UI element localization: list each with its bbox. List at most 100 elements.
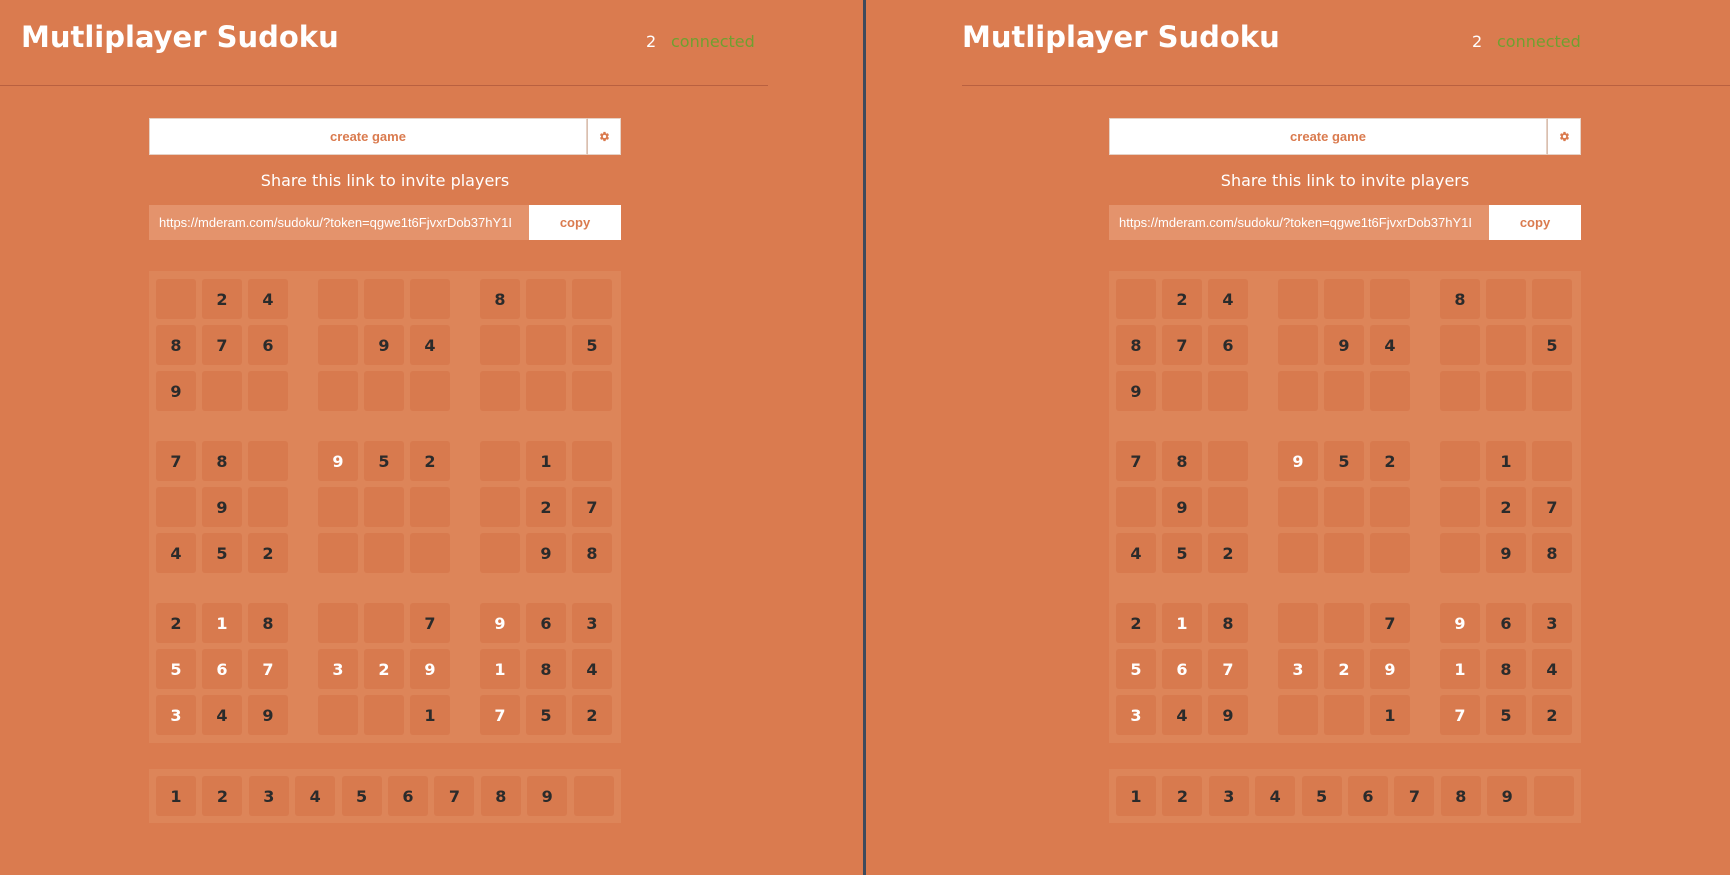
sudoku-cell-r6c2[interactable]: 5 [202, 533, 242, 573]
sudoku-cell-r1c3[interactable]: 4 [1208, 279, 1248, 319]
sudoku-cell-r1c7[interactable]: 8 [480, 279, 520, 319]
sudoku-cell-r6c1[interactable]: 4 [156, 533, 196, 573]
sudoku-cell-r3c3[interactable] [248, 371, 288, 411]
sudoku-cell-r5c1[interactable] [156, 487, 196, 527]
sudoku-cell-r1c1[interactable] [1116, 279, 1156, 319]
sudoku-cell-r7c3[interactable]: 8 [1208, 603, 1248, 643]
sudoku-cell-r4c8[interactable]: 1 [526, 441, 566, 481]
sudoku-cell-r5c3[interactable] [1208, 487, 1248, 527]
sudoku-cell-r4c2[interactable]: 8 [202, 441, 242, 481]
sudoku-cell-r4c4[interactable]: 9 [318, 441, 358, 481]
sudoku-cell-r5c4[interactable] [1278, 487, 1318, 527]
sudoku-cell-r5c3[interactable] [248, 487, 288, 527]
sudoku-cell-r3c8[interactable] [526, 371, 566, 411]
sudoku-cell-r3c6[interactable] [410, 371, 450, 411]
numpad-key-8[interactable]: 8 [1440, 776, 1481, 816]
numpad-key-2[interactable]: 2 [1162, 776, 1203, 816]
sudoku-cell-r7c6[interactable]: 7 [410, 603, 450, 643]
sudoku-cell-r1c3[interactable]: 4 [248, 279, 288, 319]
sudoku-cell-r8c5[interactable]: 2 [1324, 649, 1364, 689]
sudoku-cell-r6c4[interactable] [318, 533, 358, 573]
share-link-field[interactable]: https://mderam.com/sudoku/?token=qgwe1t6… [1109, 205, 1489, 240]
sudoku-cell-r9c5[interactable] [1324, 695, 1364, 735]
sudoku-cell-r5c2[interactable]: 9 [1162, 487, 1202, 527]
settings-button[interactable] [1547, 118, 1581, 155]
sudoku-cell-r6c9[interactable]: 8 [572, 533, 612, 573]
sudoku-cell-r5c5[interactable] [364, 487, 404, 527]
sudoku-cell-r1c8[interactable] [526, 279, 566, 319]
sudoku-cell-r1c6[interactable] [410, 279, 450, 319]
sudoku-cell-r8c7[interactable]: 1 [1440, 649, 1480, 689]
sudoku-cell-r8c1[interactable]: 5 [1116, 649, 1156, 689]
sudoku-cell-r6c1[interactable]: 4 [1116, 533, 1156, 573]
sudoku-cell-r7c1[interactable]: 2 [1116, 603, 1156, 643]
create-game-button[interactable]: create game [1109, 118, 1547, 155]
sudoku-cell-r6c8[interactable]: 9 [1486, 533, 1526, 573]
sudoku-cell-r7c9[interactable]: 3 [572, 603, 612, 643]
sudoku-cell-r5c7[interactable] [1440, 487, 1480, 527]
sudoku-cell-r7c5[interactable] [364, 603, 404, 643]
sudoku-cell-r7c4[interactable] [318, 603, 358, 643]
sudoku-cell-r9c4[interactable] [1278, 695, 1318, 735]
sudoku-cell-r1c7[interactable]: 8 [1440, 279, 1480, 319]
sudoku-cell-r2c1[interactable]: 8 [1116, 325, 1156, 365]
numpad-key-4[interactable]: 4 [1255, 776, 1296, 816]
sudoku-cell-r6c2[interactable]: 5 [1162, 533, 1202, 573]
sudoku-cell-r8c4[interactable]: 3 [318, 649, 358, 689]
sudoku-cell-r9c6[interactable]: 1 [1370, 695, 1410, 735]
numpad-key-2[interactable]: 2 [202, 776, 243, 816]
sudoku-cell-r9c9[interactable]: 2 [572, 695, 612, 735]
sudoku-cell-r3c2[interactable] [1162, 371, 1202, 411]
sudoku-cell-r6c5[interactable] [1324, 533, 1364, 573]
sudoku-cell-r5c7[interactable] [480, 487, 520, 527]
sudoku-cell-r6c8[interactable]: 9 [526, 533, 566, 573]
numpad-key-9[interactable]: 9 [1487, 776, 1528, 816]
sudoku-cell-r5c5[interactable] [1324, 487, 1364, 527]
sudoku-cell-r6c7[interactable] [1440, 533, 1480, 573]
numpad-key-8[interactable]: 8 [480, 776, 521, 816]
sudoku-cell-r4c3[interactable] [248, 441, 288, 481]
sudoku-cell-r3c4[interactable] [318, 371, 358, 411]
sudoku-cell-r1c4[interactable] [1278, 279, 1318, 319]
sudoku-cell-r8c3[interactable]: 7 [1208, 649, 1248, 689]
sudoku-cell-r1c6[interactable] [1370, 279, 1410, 319]
sudoku-cell-r3c2[interactable] [202, 371, 242, 411]
sudoku-cell-r6c6[interactable] [410, 533, 450, 573]
sudoku-cell-r9c3[interactable]: 9 [1208, 695, 1248, 735]
sudoku-cell-r3c5[interactable] [1324, 371, 1364, 411]
numpad-key-7[interactable]: 7 [1394, 776, 1435, 816]
sudoku-cell-r8c9[interactable]: 4 [1532, 649, 1572, 689]
sudoku-cell-r3c9[interactable] [572, 371, 612, 411]
sudoku-cell-r1c9[interactable] [572, 279, 612, 319]
sudoku-cell-r6c3[interactable]: 2 [1208, 533, 1248, 573]
sudoku-cell-r4c6[interactable]: 2 [1370, 441, 1410, 481]
sudoku-cell-r1c1[interactable] [156, 279, 196, 319]
sudoku-cell-r2c8[interactable] [526, 325, 566, 365]
sudoku-cell-r9c2[interactable]: 4 [1162, 695, 1202, 735]
share-link-field[interactable]: https://mderam.com/sudoku/?token=qgwe1t6… [149, 205, 529, 240]
sudoku-cell-r7c8[interactable]: 6 [1486, 603, 1526, 643]
numpad-key-1[interactable]: 1 [1116, 776, 1156, 816]
sudoku-cell-r9c1[interactable]: 3 [1116, 695, 1156, 735]
sudoku-cell-r5c6[interactable] [1370, 487, 1410, 527]
sudoku-cell-r2c6[interactable]: 4 [1370, 325, 1410, 365]
sudoku-cell-r7c7[interactable]: 9 [1440, 603, 1480, 643]
sudoku-cell-r9c8[interactable]: 5 [1486, 695, 1526, 735]
numpad-key-6[interactable]: 6 [1348, 776, 1388, 816]
sudoku-cell-r9c5[interactable] [364, 695, 404, 735]
sudoku-cell-r3c7[interactable] [480, 371, 520, 411]
settings-button[interactable] [587, 118, 621, 155]
sudoku-cell-r4c5[interactable]: 5 [364, 441, 404, 481]
sudoku-cell-r3c1[interactable]: 9 [156, 371, 196, 411]
sudoku-cell-r6c5[interactable] [364, 533, 404, 573]
sudoku-cell-r4c8[interactable]: 1 [1486, 441, 1526, 481]
sudoku-cell-r6c3[interactable]: 2 [248, 533, 288, 573]
sudoku-cell-r7c3[interactable]: 8 [248, 603, 288, 643]
sudoku-cell-r3c7[interactable] [1440, 371, 1480, 411]
sudoku-cell-r4c1[interactable]: 7 [156, 441, 196, 481]
sudoku-cell-r5c2[interactable]: 9 [202, 487, 242, 527]
numpad-key-7[interactable]: 7 [434, 776, 475, 816]
sudoku-cell-r4c2[interactable]: 8 [1162, 441, 1202, 481]
sudoku-cell-r1c5[interactable] [364, 279, 404, 319]
sudoku-cell-r2c5[interactable]: 9 [364, 325, 404, 365]
